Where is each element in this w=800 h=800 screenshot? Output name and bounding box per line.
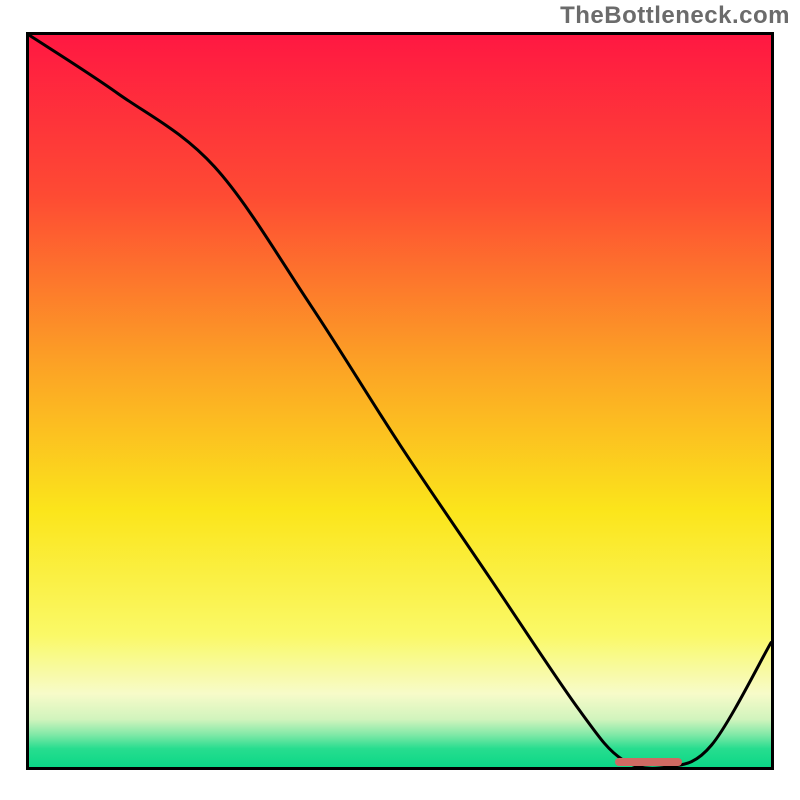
- watermark-text: TheBottleneck.com: [560, 2, 790, 30]
- gradient-rect: [29, 35, 771, 767]
- optimum-marker: [615, 758, 682, 766]
- chart-svg: [29, 35, 771, 767]
- chart-container: TheBottleneck.com: [0, 0, 800, 800]
- plot-area: [26, 32, 774, 770]
